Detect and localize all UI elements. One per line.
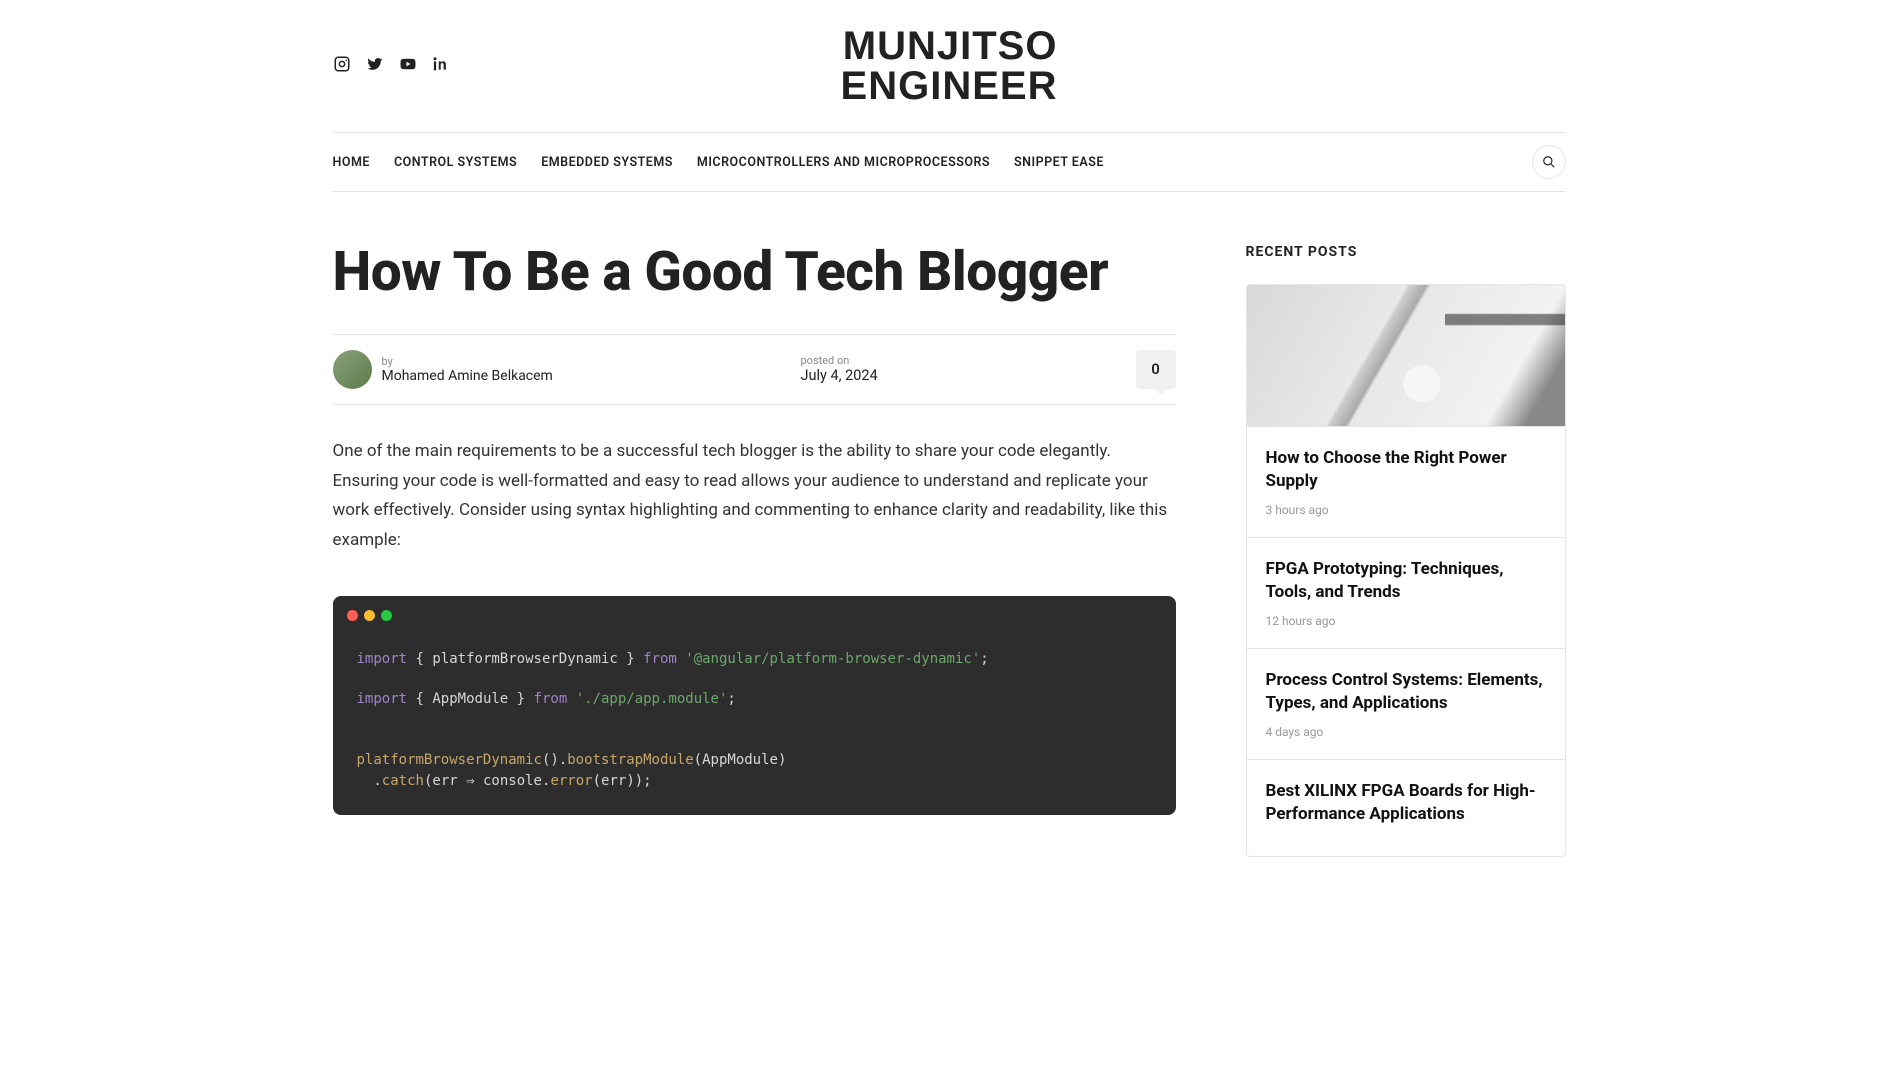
nav-home[interactable]: HOME	[333, 133, 370, 192]
window-dots	[333, 596, 1176, 631]
nav-microcontrollers[interactable]: MICROCONTROLLERS AND MICROPROCESSORS	[697, 133, 990, 192]
dot-max-icon	[381, 610, 392, 621]
code-block: import { platformBrowserDynamic } from '…	[333, 596, 1176, 815]
post-title: Process Control Systems: Elements, Types…	[1266, 669, 1546, 715]
recent-posts-card: How to Choose the Right Power Supply 3 h…	[1246, 284, 1566, 857]
social-icons	[333, 55, 450, 77]
content-row: How To Be a Good Tech Blogger by Mohamed…	[333, 192, 1566, 857]
dot-close-icon	[347, 610, 358, 621]
logo-wrap: MUNJITSO ENGINEER	[333, 27, 1566, 105]
recent-posts-heading: RECENT POSTS	[1246, 244, 1566, 260]
dot-min-icon	[364, 610, 375, 621]
site-logo[interactable]: MUNJITSO ENGINEER	[841, 27, 1058, 105]
meta-date: posted on July 4, 2024	[801, 354, 878, 384]
posted-label: posted on	[801, 354, 878, 367]
author-name[interactable]: Mohamed Amine Belkacem	[382, 368, 553, 384]
article-body: One of the main requirements to be a suc…	[333, 437, 1176, 556]
post-ago: 3 hours ago	[1266, 503, 1546, 517]
nav-control-systems[interactable]: CONTROL SYSTEMS	[394, 133, 517, 192]
twitter-icon[interactable]	[366, 55, 384, 77]
by-label: by	[382, 355, 553, 368]
logo-line2: ENGINEER	[841, 67, 1058, 105]
search-button[interactable]	[1532, 145, 1566, 179]
post-title: Best XILINX FPGA Boards for High-Perform…	[1266, 780, 1546, 826]
header-top: MUNJITSO ENGINEER	[333, 0, 1566, 132]
meta-author: by Mohamed Amine Belkacem	[382, 355, 553, 384]
linkedin-icon[interactable]	[432, 55, 450, 77]
article-title: How To Be a Good Tech Blogger	[333, 244, 1176, 302]
nav-embedded-systems[interactable]: EMBEDDED SYSTEMS	[541, 133, 673, 192]
youtube-icon[interactable]	[399, 55, 417, 77]
post-title: How to Choose the Right Power Supply	[1266, 447, 1546, 493]
nav-snippet-ease[interactable]: SNIPPET EASE	[1014, 133, 1104, 192]
instagram-icon[interactable]	[333, 55, 351, 77]
recent-post-item[interactable]: Process Control Systems: Elements, Types…	[1247, 648, 1565, 759]
comment-count[interactable]: 0	[1136, 350, 1176, 389]
primary-nav: HOME CONTROL SYSTEMS EMBEDDED SYSTEMS MI…	[333, 132, 1566, 192]
logo-line1: MUNJITSO	[841, 27, 1058, 65]
code-content: import { platformBrowserDynamic } from '…	[333, 631, 1176, 791]
article-date: July 4, 2024	[801, 367, 878, 384]
post-ago: 4 days ago	[1266, 725, 1546, 739]
author-avatar[interactable]	[333, 350, 372, 389]
post-title: FPGA Prototyping: Techniques, Tools, and…	[1266, 558, 1546, 604]
recent-post-item[interactable]: How to Choose the Right Power Supply 3 h…	[1247, 426, 1565, 537]
article-meta: by Mohamed Amine Belkacem posted on July…	[333, 334, 1176, 405]
nav-links: HOME CONTROL SYSTEMS EMBEDDED SYSTEMS MI…	[333, 133, 1104, 192]
post-thumbnail[interactable]	[1247, 285, 1565, 426]
article: How To Be a Good Tech Blogger by Mohamed…	[333, 244, 1176, 857]
recent-post-item[interactable]: Best XILINX FPGA Boards for High-Perform…	[1247, 759, 1565, 856]
post-ago: 12 hours ago	[1266, 614, 1546, 628]
search-icon	[1542, 155, 1556, 169]
recent-post-item[interactable]: FPGA Prototyping: Techniques, Tools, and…	[1247, 537, 1565, 648]
sidebar: RECENT POSTS How to Choose the Right Pow…	[1246, 244, 1566, 857]
